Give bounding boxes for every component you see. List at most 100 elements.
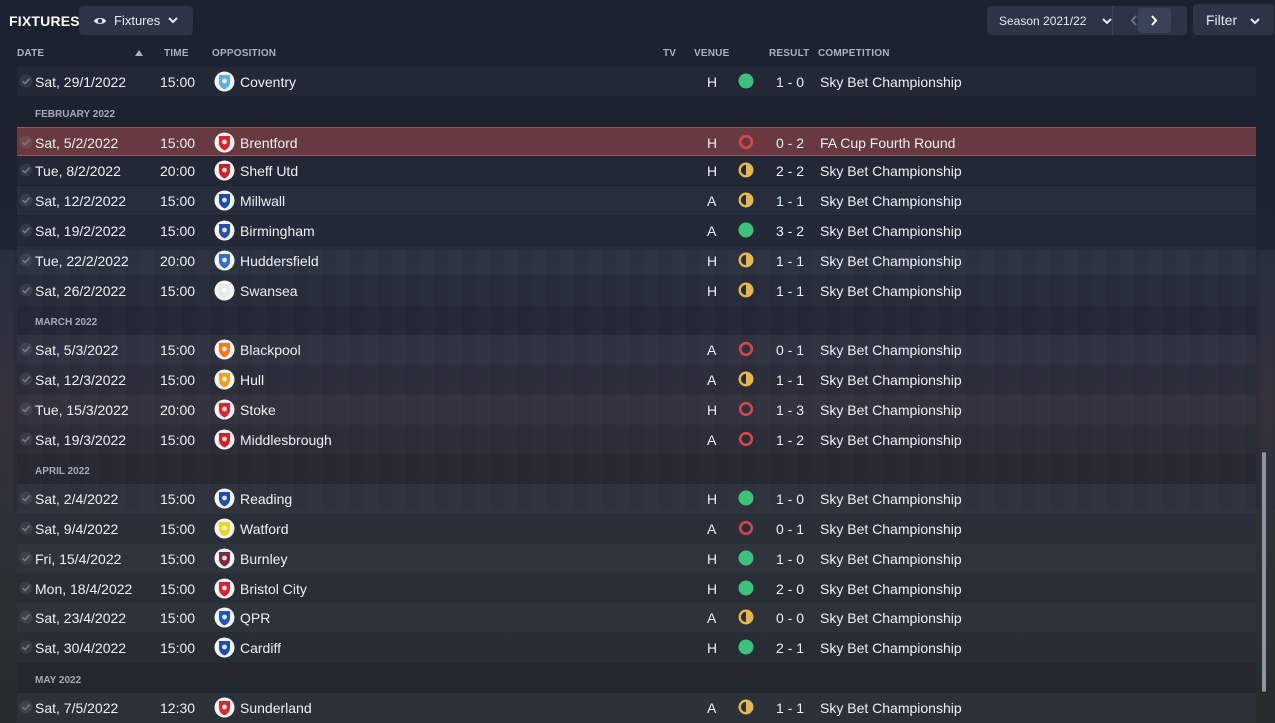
match-result[interactable]: 1 - 0 [776, 551, 804, 567]
opponent-name[interactable]: Huddersfield [240, 253, 319, 269]
fixture-row[interactable]: Sat, 29/1/2022 15:00 Coventry H 1 - 0 Sky Bet… [17, 67, 1256, 96]
match-result[interactable]: 1 - 2 [776, 432, 804, 448]
fixture-row[interactable]: Tue, 22/2/2022 20:00 Huddersfield H 1 - 1 Sky… [17, 245, 1256, 275]
fixture-row[interactable]: Sat, 7/5/2022 12:30 Sunderland A 1 - 1 Sky Be… [17, 692, 1256, 722]
opponent-name[interactable]: Brentford [240, 135, 298, 151]
fixture-row[interactable]: Sat, 5/3/2022 15:00 Blackpool A 0 - 1 Sky Bet… [17, 335, 1256, 365]
season-selector[interactable]: Season 2021/22 [987, 6, 1187, 35]
club-crest-icon[interactable] [214, 697, 235, 718]
club-crest-icon[interactable] [214, 132, 235, 153]
match-result[interactable]: 2 - 0 [776, 581, 804, 597]
fixture-row[interactable]: Sat, 26/2/2022 15:00 Swansea H 1 - 1 Sky Bet … [17, 275, 1256, 305]
match-result[interactable]: 2 - 1 [776, 640, 804, 656]
opponent-name[interactable]: Birmingham [240, 223, 315, 239]
fixture-row[interactable]: Sat, 2/4/2022 15:00 Reading H 1 - 0 Sky Bet C… [17, 484, 1256, 514]
opponent-name[interactable]: Millwall [240, 193, 285, 209]
scrollbar[interactable] [1262, 452, 1266, 692]
competition-name[interactable]: Sky Bet Championship [820, 432, 962, 448]
opponent-name[interactable]: Blackpool [240, 342, 301, 358]
next-season-button[interactable] [1138, 8, 1171, 33]
competition-name[interactable]: Sky Bet Championship [820, 700, 962, 716]
club-crest-icon[interactable] [214, 369, 235, 390]
competition-name[interactable]: Sky Bet Championship [820, 491, 962, 507]
club-crest-icon[interactable] [214, 518, 235, 539]
competition-name[interactable]: Sky Bet Championship [820, 551, 962, 567]
match-result[interactable]: 1 - 1 [776, 700, 804, 716]
competition-name[interactable]: Sky Bet Championship [820, 640, 962, 656]
competition-name[interactable]: Sky Bet Championship [820, 581, 962, 597]
club-crest-icon[interactable] [214, 220, 235, 241]
filter-button[interactable]: Filter [1193, 4, 1274, 35]
competition-name[interactable]: Sky Bet Championship [820, 163, 962, 179]
match-result[interactable]: 1 - 0 [776, 491, 804, 507]
fixture-row[interactable]: Mon, 18/4/2022 15:00 Bristol City H 2 - 0 Sky… [17, 573, 1256, 603]
fixture-row[interactable]: Sat, 19/3/2022 15:00 Middlesbrough A 1 - 2 Sk… [17, 424, 1256, 454]
match-result[interactable]: 1 - 0 [776, 74, 804, 90]
opponent-name[interactable]: Coventry [240, 74, 296, 90]
opponent-name[interactable]: Sunderland [240, 700, 312, 716]
match-result[interactable]: 1 - 1 [776, 283, 804, 299]
opponent-name[interactable]: Hull [240, 372, 264, 388]
opponent-name[interactable]: Cardiff [240, 640, 281, 656]
competition-name[interactable]: Sky Bet Championship [820, 253, 962, 269]
fixture-row[interactable]: Sat, 12/3/2022 15:00 Hull A 1 - 1 Sky Bet Cha… [17, 365, 1256, 394]
fixture-row[interactable]: Sat, 23/4/2022 15:00 QPR A 0 - 0 Sky Bet Cham… [17, 603, 1256, 633]
club-crest-icon[interactable] [214, 160, 235, 181]
opponent-name[interactable]: Stoke [240, 402, 276, 418]
sort-ascending-icon[interactable] [135, 50, 143, 56]
opponent-name[interactable]: Middlesbrough [240, 432, 332, 448]
club-crest-icon[interactable] [214, 488, 235, 509]
opponent-name[interactable]: Reading [240, 491, 292, 507]
fixture-row[interactable]: Sat, 12/2/2022 15:00 Millwall A 1 - 1 Sky Bet… [17, 186, 1256, 216]
club-crest-icon[interactable] [214, 607, 235, 628]
competition-name[interactable]: Sky Bet Championship [820, 342, 962, 358]
club-crest-icon[interactable] [214, 399, 235, 420]
club-crest-icon[interactable] [214, 190, 235, 211]
club-crest-icon[interactable] [214, 637, 235, 658]
fixture-row[interactable]: Sat, 30/4/2022 15:00 Cardiff H 2 - 1 Sky Bet … [17, 633, 1256, 663]
match-result[interactable]: 0 - 1 [776, 342, 804, 358]
column-header-opposition[interactable]: OPPOSITION [212, 48, 276, 59]
match-result[interactable]: 1 - 1 [776, 372, 804, 388]
competition-name[interactable]: Sky Bet Championship [820, 74, 962, 90]
competition-name[interactable]: Sky Bet Championship [820, 193, 962, 209]
opponent-name[interactable]: Sheff Utd [240, 163, 298, 179]
match-result[interactable]: 0 - 2 [776, 135, 804, 151]
fixture-row[interactable]: Sat, 9/4/2022 15:00 Watford A 0 - 1 Sky Bet C… [17, 514, 1256, 543]
club-crest-icon[interactable] [214, 429, 235, 450]
club-crest-icon[interactable] [214, 339, 235, 360]
competition-name[interactable]: Sky Bet Championship [820, 610, 962, 626]
column-header-venue[interactable]: VENUE [694, 48, 729, 59]
opponent-name[interactable]: QPR [240, 610, 270, 626]
club-crest-icon[interactable] [214, 71, 235, 92]
match-result[interactable]: 0 - 0 [776, 610, 804, 626]
column-header-result[interactable]: RESULT [769, 48, 809, 59]
match-result[interactable]: 3 - 2 [776, 223, 804, 239]
opponent-name[interactable]: Bristol City [240, 581, 307, 597]
competition-name[interactable]: Sky Bet Championship [820, 372, 962, 388]
fixture-row[interactable]: Sat, 5/2/2022 15:00 Brentford H 0 - 2 FA Cup … [17, 126, 1256, 156]
competition-name[interactable]: FA Cup Fourth Round [820, 135, 955, 151]
competition-name[interactable]: Sky Bet Championship [820, 223, 962, 239]
column-header-tv[interactable]: TV [663, 48, 676, 59]
column-header-competition[interactable]: COMPETITION [818, 48, 890, 59]
competition-name[interactable]: Sky Bet Championship [820, 521, 962, 537]
fixture-row[interactable]: Fri, 15/4/2022 15:00 Burnley H 1 - 0 Sky Bet … [17, 543, 1256, 573]
match-result[interactable]: 1 - 3 [776, 402, 804, 418]
club-crest-icon[interactable] [214, 548, 235, 569]
view-selector-button[interactable]: Fixtures [79, 6, 193, 35]
match-result[interactable]: 1 - 1 [776, 253, 804, 269]
column-header-time[interactable]: TIME [164, 48, 189, 59]
club-crest-icon[interactable] [214, 250, 235, 271]
competition-name[interactable]: Sky Bet Championship [820, 402, 962, 418]
club-crest-icon[interactable] [214, 578, 235, 599]
fixture-row[interactable]: Sat, 19/2/2022 15:00 Birmingham A 3 - 2 Sky B… [17, 216, 1256, 245]
fixture-row[interactable]: Tue, 8/2/2022 20:00 Sheff Utd H 2 - 2 Sky Bet… [17, 156, 1256, 186]
fixture-row[interactable]: Tue, 15/3/2022 20:00 Stoke H 1 - 3 Sky Bet Ch… [17, 394, 1256, 424]
column-header-date[interactable]: DATE [17, 48, 44, 59]
match-result[interactable]: 0 - 1 [776, 521, 804, 537]
opponent-name[interactable]: Burnley [240, 551, 287, 567]
opponent-name[interactable]: Swansea [240, 283, 298, 299]
competition-name[interactable]: Sky Bet Championship [820, 283, 962, 299]
club-crest-icon[interactable] [214, 280, 235, 301]
